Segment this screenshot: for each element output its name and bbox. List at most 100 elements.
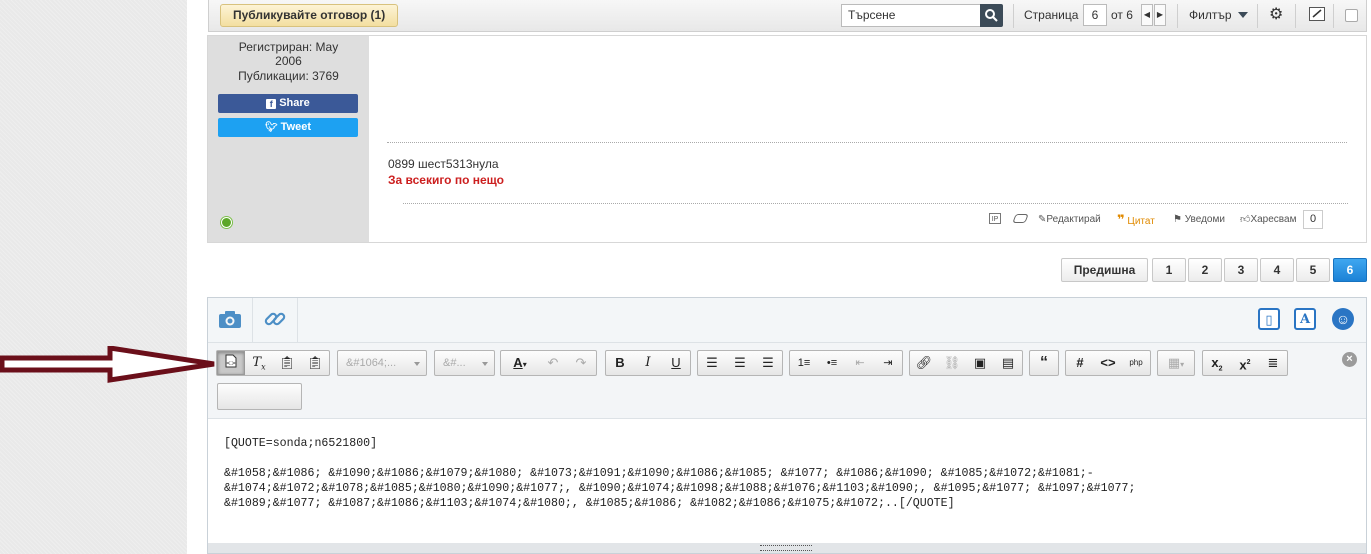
outdent-icon[interactable]: ⇤ (846, 351, 874, 375)
toolbar-group-text-style: B I U (605, 350, 691, 376)
toolbar-group-lists: 1≡ •≡ ⇤ ⇥ (789, 350, 903, 376)
page-total-label: от 6 (1111, 8, 1133, 22)
superscript-icon[interactable]: x2 (1231, 351, 1259, 375)
remove-format-icon[interactable]: Tx (245, 351, 273, 375)
content-line-1: &#1058;&#1086; &#1090;&#1086;&#1079;&#10… (224, 467, 1094, 480)
page-label: Страница (1024, 8, 1079, 22)
like-post-link[interactable]: 👍︎Харесвам (1240, 212, 1296, 228)
numbered-list-icon[interactable]: 1≡ (790, 351, 818, 375)
twitter-tweet-button[interactable]: 🐦︎ Tweet (218, 118, 358, 137)
page-background-left (0, 0, 187, 554)
page-button-4[interactable]: 4 (1260, 258, 1294, 282)
notify-post-link[interactable]: ⚑ Уведоми (1173, 212, 1225, 228)
insert-link-icon[interactable]: 🔗︎ (910, 351, 938, 375)
quote-label: Цитат (1127, 216, 1155, 227)
caret-down-icon (482, 362, 488, 366)
toolbar-group-align: ☰ ☰ ☰ (697, 350, 783, 376)
bullet-list-icon[interactable]: •≡ (818, 351, 846, 375)
code-icon[interactable]: <> (1094, 351, 1122, 375)
align-left-icon[interactable]: ☰ (698, 351, 726, 375)
annotation-arrow (0, 346, 215, 383)
edit-mode-icon[interactable] (1309, 7, 1325, 21)
select-checkbox[interactable] (1345, 9, 1358, 22)
paste-word-icon[interactable]: 📋︎ (301, 351, 329, 375)
gear-icon[interactable]: ⚙ (1269, 6, 1283, 24)
paste-text-icon[interactable]: 📋︎ (273, 351, 301, 375)
signature-phone: 0899 шест5313нула (388, 157, 499, 171)
quote-icon[interactable]: “ (1030, 351, 1058, 375)
toolbar-divider (1333, 4, 1334, 28)
toolbar-divider (1177, 4, 1178, 28)
prev-page-button[interactable]: Предишна (1061, 258, 1148, 282)
toolbar-group-source: <> Tx 📋︎ 📋︎ (216, 350, 330, 376)
text-format-icon[interactable]: A (1294, 308, 1316, 330)
close-editor-icon[interactable]: × (1342, 352, 1357, 367)
page-button-1[interactable]: 1 (1152, 258, 1186, 282)
grip-icon (760, 545, 812, 551)
online-status-dot (221, 217, 232, 228)
next-page-arrow[interactable]: ▶ (1154, 4, 1166, 26)
search-input[interactable]: Търсене (841, 4, 981, 27)
text-color-icon[interactable]: A▾ (501, 351, 539, 375)
page-button-5[interactable]: 5 (1296, 258, 1330, 282)
prev-page-arrow[interactable]: ◀ (1141, 4, 1153, 26)
source-mode-icon[interactable]: <> (217, 351, 245, 375)
bold-icon[interactable]: B (606, 351, 634, 375)
like-count-badge: 0 (1303, 210, 1323, 229)
php-code-icon[interactable]: php (1122, 351, 1150, 375)
page-number-input[interactable]: 6 (1083, 4, 1107, 26)
tweet-label: Tweet (280, 121, 312, 133)
toolbar-divider (1013, 4, 1014, 28)
indent-icon[interactable]: ⇥ (874, 351, 902, 375)
page-button-3[interactable]: 3 (1224, 258, 1258, 282)
align-center-icon[interactable]: ☰ (726, 351, 754, 375)
underline-icon[interactable]: U (662, 351, 690, 375)
clipboard-icon[interactable]: ▯ (1258, 308, 1280, 330)
table-icon: ▦▾ (1167, 355, 1185, 370)
insert-image-icon[interactable]: ▣ (966, 351, 994, 375)
forum-post: Регистриран: May 2006 Публикации: 3769 f… (207, 35, 1367, 243)
caret-down-icon (1238, 12, 1248, 18)
unlink-icon[interactable]: ⛓︎ (938, 351, 966, 375)
registered-date: Регистриран: May (238, 40, 339, 54)
facebook-icon: f (266, 99, 277, 109)
smiley-icon[interactable]: ☺ (1332, 308, 1354, 330)
post-footer-divider (403, 203, 1348, 204)
search-icon (985, 9, 998, 22)
triangle-right-icon: ▶ (1156, 10, 1164, 19)
horizontal-rule-icon[interactable]: ≣ (1259, 351, 1287, 375)
editor-source-textarea[interactable]: [QUOTE=sonda;n6521800] &#1058;&#1086; &#… (208, 418, 1366, 544)
table-dropdown[interactable]: ▦▾ (1157, 350, 1195, 376)
toolbar-group-quote: “ (1029, 350, 1059, 376)
toolbar-divider (1257, 4, 1258, 28)
subscript-icon[interactable]: x2 (1203, 351, 1231, 375)
post-reply-button[interactable]: Публикувайте отговор (1) (220, 4, 399, 27)
search-button[interactable] (980, 4, 1003, 27)
signature-tagline[interactable]: За всекиго по нещо (388, 173, 504, 187)
toolbar-group-insert: 🔗︎ ⛓︎ ▣ ▤ (909, 350, 1023, 376)
font-size-select[interactable]: &#... (434, 350, 495, 376)
edit-post-link[interactable]: ✎Редактирай (1038, 212, 1101, 228)
italic-icon[interactable]: I (634, 351, 662, 375)
filter-dropdown[interactable]: Филтър (1189, 8, 1232, 22)
font-family-select[interactable]: &#1064;... (337, 350, 427, 376)
caret-down-icon (414, 362, 420, 366)
ip-icon[interactable]: IP (989, 213, 1001, 224)
camera-icon[interactable] (218, 308, 242, 330)
facebook-share-button[interactable]: f Share (218, 94, 358, 113)
page-button-2[interactable]: 2 (1188, 258, 1222, 282)
page-button-6[interactable]: 6 (1333, 258, 1367, 282)
blank-toolbar-button[interactable] (217, 383, 302, 410)
editor-resize-handle[interactable] (208, 543, 1366, 553)
thread-toolbar: Публикувайте отговор (1) Търсене Страниц… (208, 0, 1367, 32)
insert-video-icon[interactable]: ▤ (994, 351, 1022, 375)
toolbar-group-code: # <> php (1065, 350, 1151, 376)
undo-icon[interactable]: ↶ (539, 351, 567, 375)
align-right-icon[interactable]: ☰ (754, 351, 782, 375)
redo-icon[interactable]: ↷ (567, 351, 595, 375)
triangle-left-icon: ◀ (1143, 10, 1151, 19)
link-icon[interactable] (262, 307, 288, 331)
hashtag-icon[interactable]: # (1066, 351, 1094, 375)
report-eraser-icon[interactable] (1012, 214, 1029, 223)
quote-post-link[interactable]: ❞ Цитат (1117, 212, 1155, 228)
